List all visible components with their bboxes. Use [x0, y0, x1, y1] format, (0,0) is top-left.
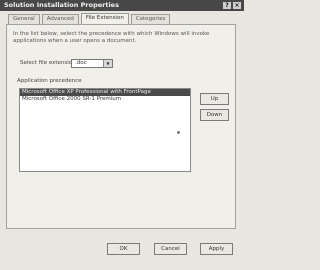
application-precedence-label: Application precedence — [17, 78, 82, 84]
apply-button[interactable]: Apply — [200, 243, 233, 255]
selected-extension: .doc — [75, 60, 87, 66]
tab-categories[interactable]: Categories — [130, 14, 171, 24]
window-title: Solution Installation Properties — [4, 1, 119, 9]
list-item[interactable]: Microsoft Office 2000 SR-1 Premium — [20, 96, 190, 103]
file-extension-panel: In the list below, select the precedence… — [6, 24, 236, 229]
file-extension-select[interactable]: .doc ▼ — [71, 59, 113, 68]
dot-marker — [177, 131, 180, 134]
help-icon[interactable]: ? — [223, 2, 231, 9]
chevron-down-icon[interactable]: ▼ — [103, 60, 112, 67]
title-bar: Solution Installation Properties ? × — [0, 0, 244, 11]
tab-general[interactable]: General — [8, 14, 40, 24]
down-button[interactable]: Down — [200, 109, 229, 121]
up-button[interactable]: Up — [200, 93, 229, 105]
list-item[interactable]: Microsoft Office XP Professional with Fr… — [20, 89, 190, 96]
tab-file-extension[interactable]: File Extension — [80, 13, 129, 24]
description-text: In the list below, select the precedence… — [13, 31, 210, 44]
close-icon[interactable]: × — [233, 2, 241, 9]
cancel-button[interactable]: Cancel — [154, 243, 187, 255]
tab-strip: General Advanced File Extension Categori… — [8, 13, 172, 24]
application-list[interactable]: Microsoft Office XP Professional with Fr… — [19, 88, 191, 172]
file-extension-label: Select file extension: — [20, 60, 78, 66]
tab-advanced[interactable]: Advanced — [41, 14, 79, 24]
ok-button[interactable]: OK — [107, 243, 140, 255]
